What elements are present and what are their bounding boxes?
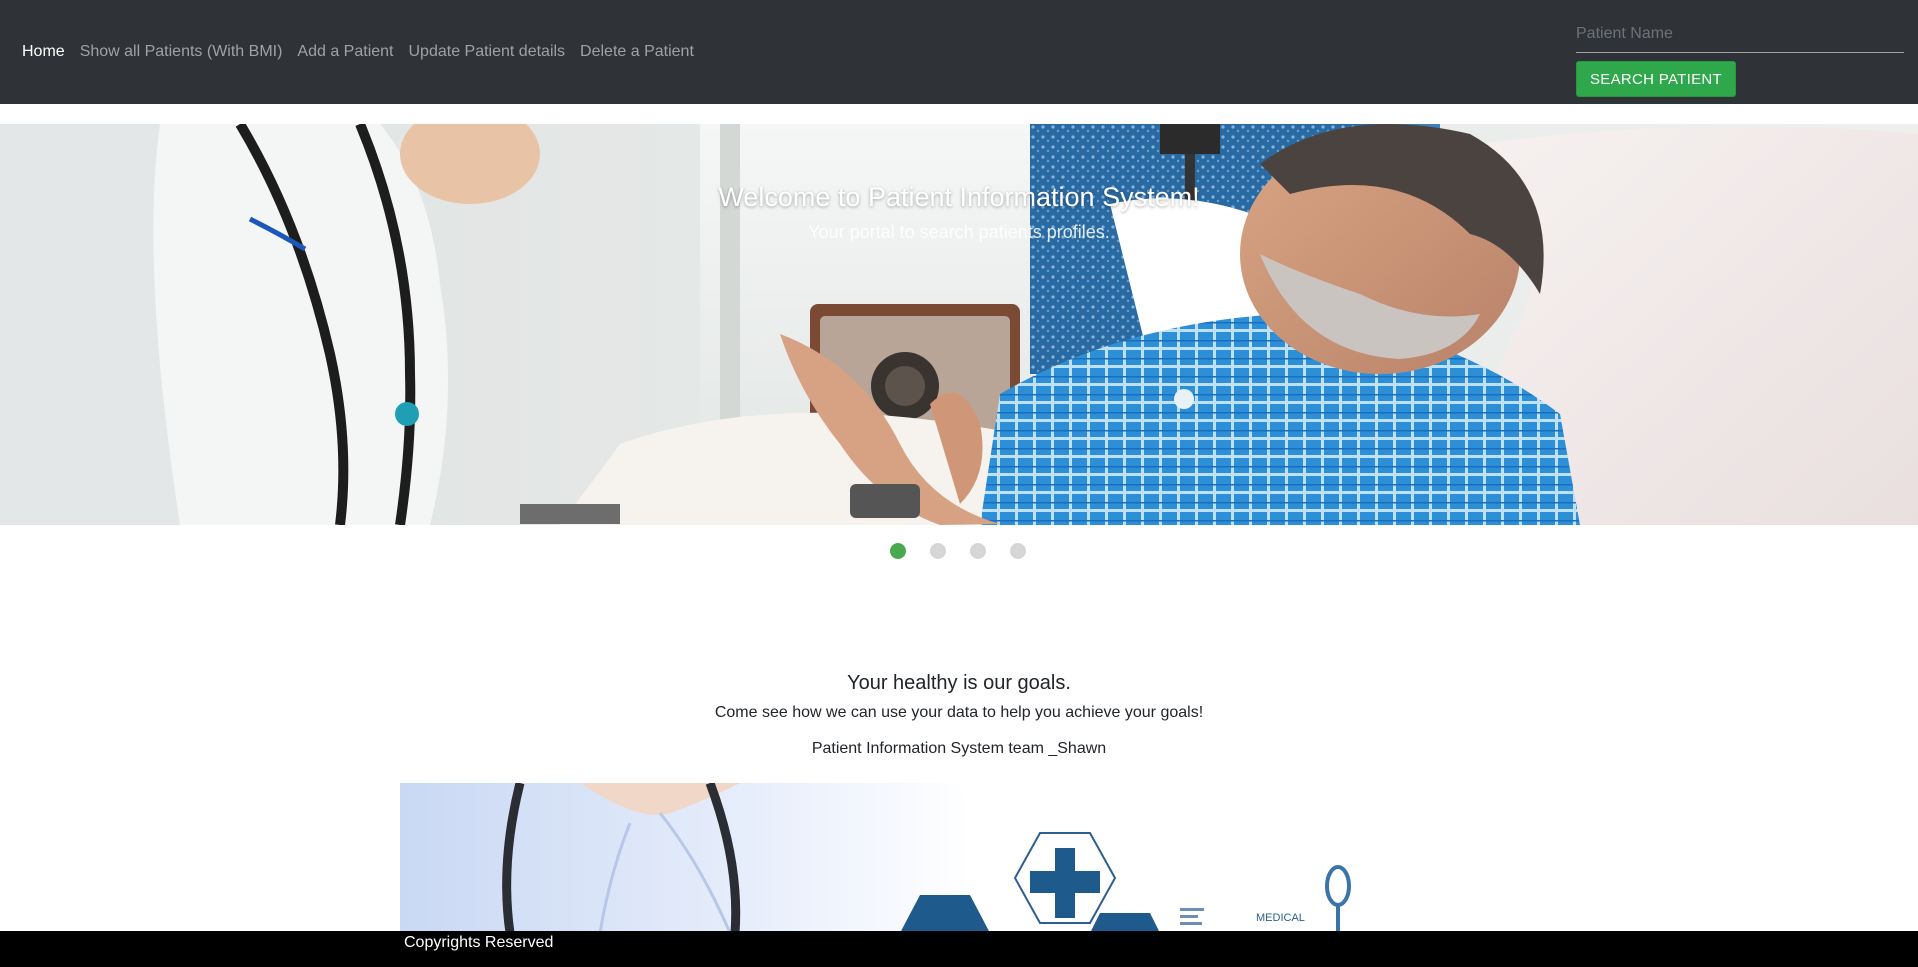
hero-carousel[interactable]: Welcome to Patient Information System! Y… (0, 124, 1918, 525)
footer: Copyrights Reserved (0, 931, 1918, 967)
carousel-indicator-3[interactable] (970, 543, 986, 559)
carousel-indicator-4[interactable] (1010, 543, 1026, 559)
carousel-indicator-2[interactable] (930, 543, 946, 559)
svg-text:MEDICAL: MEDICAL (1256, 912, 1305, 924)
search-form: SEARCH PATIENT (1576, 16, 1904, 97)
search-patient-button[interactable]: SEARCH PATIENT (1576, 61, 1736, 97)
doctor-medical-icons-photo: MEDICAL (400, 783, 1518, 933)
medical-feature-image: MEDICAL (400, 783, 1518, 933)
patient-name-input[interactable] (1576, 16, 1904, 53)
carousel-indicator-1[interactable] (890, 543, 906, 559)
carousel-subtitle: Your portal to search patients profiles. (808, 222, 1110, 242)
carousel-indicators (890, 543, 1026, 559)
goals-section: Your healthy is our goals. Come see how … (0, 672, 1918, 758)
nav-links: Home Show all Patients (With BMI) Add a … (22, 43, 709, 61)
carousel-title: Welcome to Patient Information System! (718, 182, 1200, 212)
nav-link-show-all-patients[interactable]: Show all Patients (With BMI) (80, 43, 283, 61)
navbar: Home Show all Patients (With BMI) Add a … (0, 0, 1918, 104)
nav-link-delete-patient[interactable]: Delete a Patient (580, 43, 694, 61)
footer-copyright: Copyrights Reserved (404, 934, 554, 951)
carousel-caption: Welcome to Patient Information System! Y… (0, 182, 1918, 243)
nav-link-add-patient[interactable]: Add a Patient (297, 43, 393, 61)
nav-link-home[interactable]: Home (22, 43, 65, 61)
nav-link-update-patient[interactable]: Update Patient details (409, 43, 566, 61)
team-signature: Patient Information System team _Shawn (811, 740, 1107, 757)
goals-title: Your healthy is our goals. (847, 672, 1071, 694)
goals-text: Come see how we can use your data to hel… (714, 704, 1204, 721)
